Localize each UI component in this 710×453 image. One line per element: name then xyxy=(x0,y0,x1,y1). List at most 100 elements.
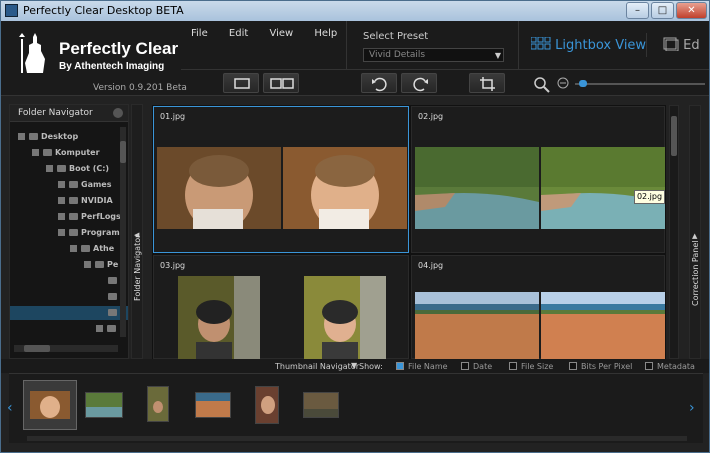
menu-edit[interactable]: Edit xyxy=(229,28,248,39)
tree-item-boot[interactable]: Boot (C:) xyxy=(46,164,109,176)
tab-edit-view[interactable]: Ed xyxy=(663,37,700,53)
tree-item-desktop[interactable]: Desktop xyxy=(18,132,78,144)
folder-navigator-title: Folder Navigator xyxy=(18,108,93,118)
checkbox[interactable] xyxy=(461,362,469,370)
tree-item[interactable] xyxy=(108,276,120,288)
tab-lightbox-view[interactable]: Lightbox View xyxy=(530,36,647,53)
brand-name: Perfectly Clear xyxy=(59,39,179,58)
triangle-down-icon[interactable]: ▼ xyxy=(351,361,357,370)
minimize-button[interactable]: – xyxy=(626,2,649,19)
header: Perfectly Clear By Athentech Imaging Ver… xyxy=(1,21,709,96)
image-card-02[interactable]: 02.jpg xyxy=(411,106,665,253)
image-filename: 04.jpg xyxy=(418,261,444,270)
expand-arrow-icon: ▲ xyxy=(692,232,698,240)
correction-panel-side-label: Correction Panel xyxy=(691,240,700,306)
folder-tree: Desktop Komputer Boot (C:) Games NVIDIA … xyxy=(10,122,128,344)
thumbnail-02[interactable] xyxy=(85,392,123,418)
tree-item-perflogs[interactable]: PerfLogs xyxy=(58,212,121,224)
lightbox-grid: 01.jpg 02.jpg 03.jpg 04.jpg xyxy=(152,105,666,360)
checkbox[interactable] xyxy=(509,362,517,370)
option-date[interactable]: Date xyxy=(461,362,492,371)
grid-vertical-scrollbar[interactable] xyxy=(669,105,679,359)
preset-label: Select Preset xyxy=(363,31,429,42)
zoom-out-icon[interactable] xyxy=(557,77,571,91)
zoom-slider-handle[interactable] xyxy=(579,80,587,87)
compare-view-button[interactable] xyxy=(263,73,299,93)
scrollbar-thumb[interactable] xyxy=(24,345,50,352)
tree-item[interactable] xyxy=(108,292,120,304)
thumbnail-03[interactable] xyxy=(147,386,169,422)
menu-help[interactable]: Help xyxy=(314,28,337,39)
chevron-left-icon[interactable]: ‹ xyxy=(7,400,13,416)
photo-child-before xyxy=(178,276,260,360)
menu-file[interactable]: File xyxy=(191,28,208,39)
image-card-04[interactable]: 04.jpg xyxy=(411,255,665,360)
single-view-button[interactable] xyxy=(223,73,259,93)
chevron-right-icon[interactable]: › xyxy=(689,400,695,416)
tree-item-pe[interactable]: Pe xyxy=(84,260,118,272)
image-filename: 01.jpg xyxy=(160,112,186,121)
menu-view[interactable]: View xyxy=(269,28,293,39)
thumbnail-05[interactable] xyxy=(255,386,279,424)
window-title: Perfectly Clear Desktop BETA xyxy=(23,4,184,17)
image-card-03[interactable]: 03.jpg xyxy=(153,255,409,360)
logo: Perfectly Clear By Athentech Imaging xyxy=(9,31,179,81)
chevron-down-icon: ▼ xyxy=(494,51,501,60)
thumbnail-01[interactable] xyxy=(23,380,77,430)
tab-edit-label: Ed xyxy=(683,38,700,53)
zoom-icon[interactable] xyxy=(533,76,551,94)
option-file-size[interactable]: File Size xyxy=(509,362,553,371)
thumbnail-navigator-title[interactable]: Thumbnail Navigator xyxy=(275,362,359,371)
correction-panel-toggle[interactable]: ▲ Correction Panel xyxy=(689,105,701,359)
image-filename: 02.jpg xyxy=(418,112,444,121)
scrollbar-thumb[interactable] xyxy=(120,141,126,163)
checkbox[interactable] xyxy=(569,362,577,370)
close-button[interactable]: ✕ xyxy=(676,2,707,19)
menu-bar: File Edit View Help xyxy=(191,28,355,39)
option-bits-per-pixel[interactable]: Bits Per Pixel xyxy=(569,362,632,371)
rotate-left-icon xyxy=(372,77,387,92)
folder-navigator-toggle[interactable]: ◀ Folder Navigator xyxy=(131,104,143,359)
tree-item[interactable] xyxy=(96,324,119,336)
image-card-01[interactable]: 01.jpg xyxy=(153,106,409,253)
checkbox[interactable] xyxy=(645,362,653,370)
thumbnail-04[interactable] xyxy=(195,392,231,418)
option-metadata[interactable]: Metadata xyxy=(645,362,695,371)
crop-button[interactable] xyxy=(469,73,505,93)
checkbox-checked[interactable] xyxy=(396,362,404,370)
option-file-name[interactable]: File Name xyxy=(396,362,448,371)
zoom-slider[interactable] xyxy=(575,80,705,87)
filmstrip-scrollbar[interactable] xyxy=(27,436,687,441)
photo-baby-after xyxy=(283,147,407,229)
preset-dropdown[interactable]: Vivid Details ▼ xyxy=(363,48,504,62)
tree-item-nvidia[interactable]: NVIDIA xyxy=(58,196,113,208)
tree-item-games[interactable]: Games xyxy=(58,180,112,192)
tree-item-athe[interactable]: Athe xyxy=(70,244,114,256)
show-label: Show: xyxy=(359,362,383,371)
photo-river-after xyxy=(541,147,665,229)
tree-item[interactable] xyxy=(108,308,120,320)
scrollbar-thumb[interactable] xyxy=(671,116,677,156)
rotate-right-button[interactable] xyxy=(401,73,437,93)
thumbnail-06[interactable] xyxy=(303,392,339,418)
navigator-options-icon[interactable] xyxy=(113,108,123,118)
brand-byline: By Athentech Imaging xyxy=(59,61,165,72)
divider xyxy=(346,21,347,69)
single-frame-icon xyxy=(234,78,250,89)
folder-navigator: Folder Navigator Desktop Komputer Boot (… xyxy=(9,104,129,359)
tree-item-komputer[interactable]: Komputer xyxy=(32,148,100,160)
tab-lightbox-label: Lightbox View xyxy=(555,38,647,53)
app-icon xyxy=(5,4,18,17)
rotate-left-button[interactable] xyxy=(361,73,397,93)
tree-vertical-scrollbar[interactable] xyxy=(120,127,126,337)
photo-child-after xyxy=(304,276,386,360)
thumbnail-filmstrip: ‹ › xyxy=(7,373,703,443)
folder-navigator-header: Folder Navigator xyxy=(10,105,128,122)
tree-horizontal-scrollbar[interactable] xyxy=(14,345,118,352)
app-window: Perfectly Clear Desktop BETA – □ ✕ Perfe… xyxy=(0,0,710,453)
title-bar: Perfectly Clear Desktop BETA – □ ✕ xyxy=(1,1,709,21)
photo-river-before xyxy=(415,147,539,229)
maximize-button[interactable]: □ xyxy=(651,2,674,19)
tree-item-program[interactable]: Program xyxy=(58,228,120,240)
grid-icon xyxy=(530,36,551,50)
